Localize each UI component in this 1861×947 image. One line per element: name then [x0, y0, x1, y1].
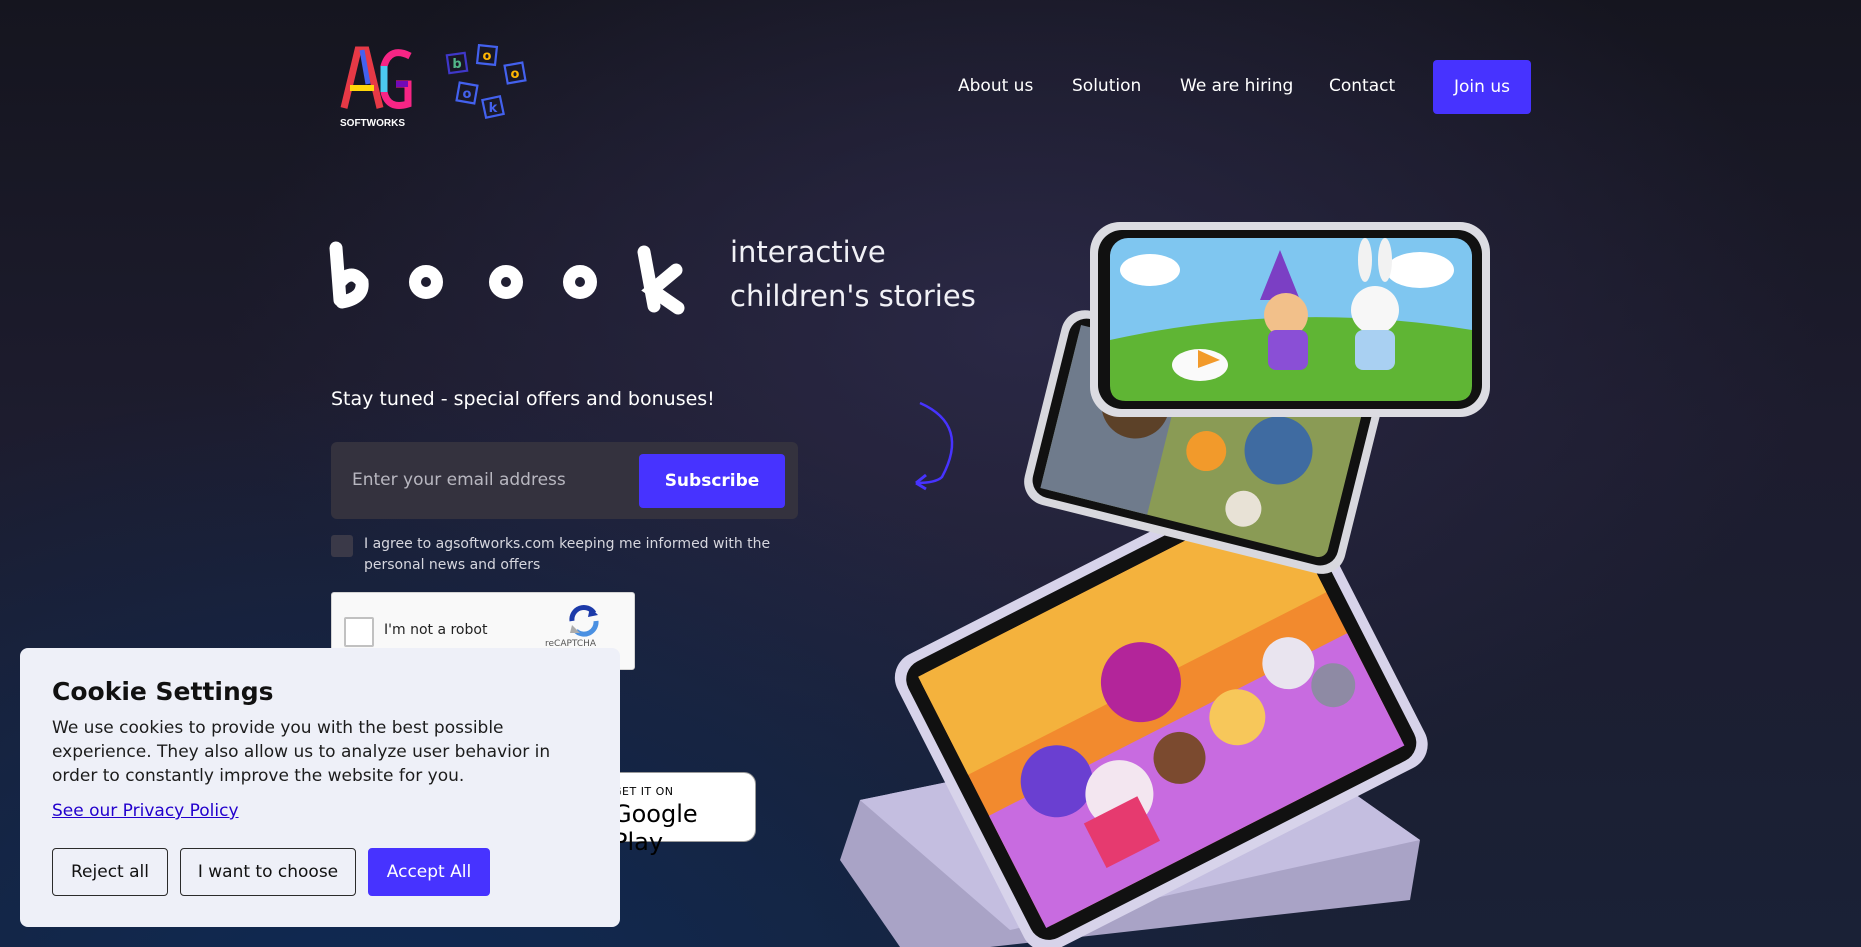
choose-cookies-button[interactable]: I want to choose [180, 848, 356, 896]
devices-illustration [840, 222, 1490, 947]
agree-checkbox[interactable] [331, 535, 353, 557]
nav-about-us[interactable]: About us [958, 76, 1033, 96]
nav-contact[interactable]: Contact [1329, 76, 1395, 96]
agree-label: I agree to agsoftworks.com keeping me in… [364, 536, 771, 573]
privacy-policy-link[interactable]: See our Privacy Policy [52, 801, 239, 821]
nav-we-are-hiring[interactable]: We are hiring [1180, 76, 1293, 96]
boook-wordmark [329, 241, 685, 315]
cookie-description: We use cookies to provide you with the b… [52, 718, 551, 786]
svg-text:o: o [511, 67, 520, 82]
svg-text:b: b [452, 57, 461, 72]
subscribe-button[interactable]: Subscribe [639, 454, 785, 508]
svg-text:o: o [463, 87, 472, 102]
nav-solution[interactable]: Solution [1072, 76, 1141, 96]
recaptcha-icon [569, 605, 599, 637]
reject-all-button[interactable]: Reject all [52, 848, 168, 896]
logo-softworks-text: SOFTWORKS [340, 118, 405, 129]
gplay-big-text: Google Play [613, 800, 698, 856]
phone-front-image [1090, 222, 1490, 417]
join-us-button[interactable]: Join us [1433, 60, 1531, 114]
cookie-title: Cookie Settings [52, 677, 274, 706]
gplay-small-text: GET IT ON [613, 785, 674, 798]
boook-logo-icon: b o o o k [445, 44, 527, 119]
ag-softworks-logo[interactable]: SOFTWORKS [338, 44, 418, 132]
recaptcha-checkbox[interactable] [344, 617, 374, 647]
cookie-settings-panel: Cookie Settings We use cookies to provid… [20, 648, 620, 927]
svg-text:k: k [489, 101, 498, 116]
accept-all-button[interactable]: Accept All [368, 848, 490, 896]
recaptcha-label: I'm not a robot [384, 622, 488, 638]
stay-tuned-heading: Stay tuned - special offers and bonuses! [331, 388, 715, 410]
svg-text:o: o [483, 49, 492, 64]
email-input[interactable]: Enter your email address [352, 470, 566, 490]
